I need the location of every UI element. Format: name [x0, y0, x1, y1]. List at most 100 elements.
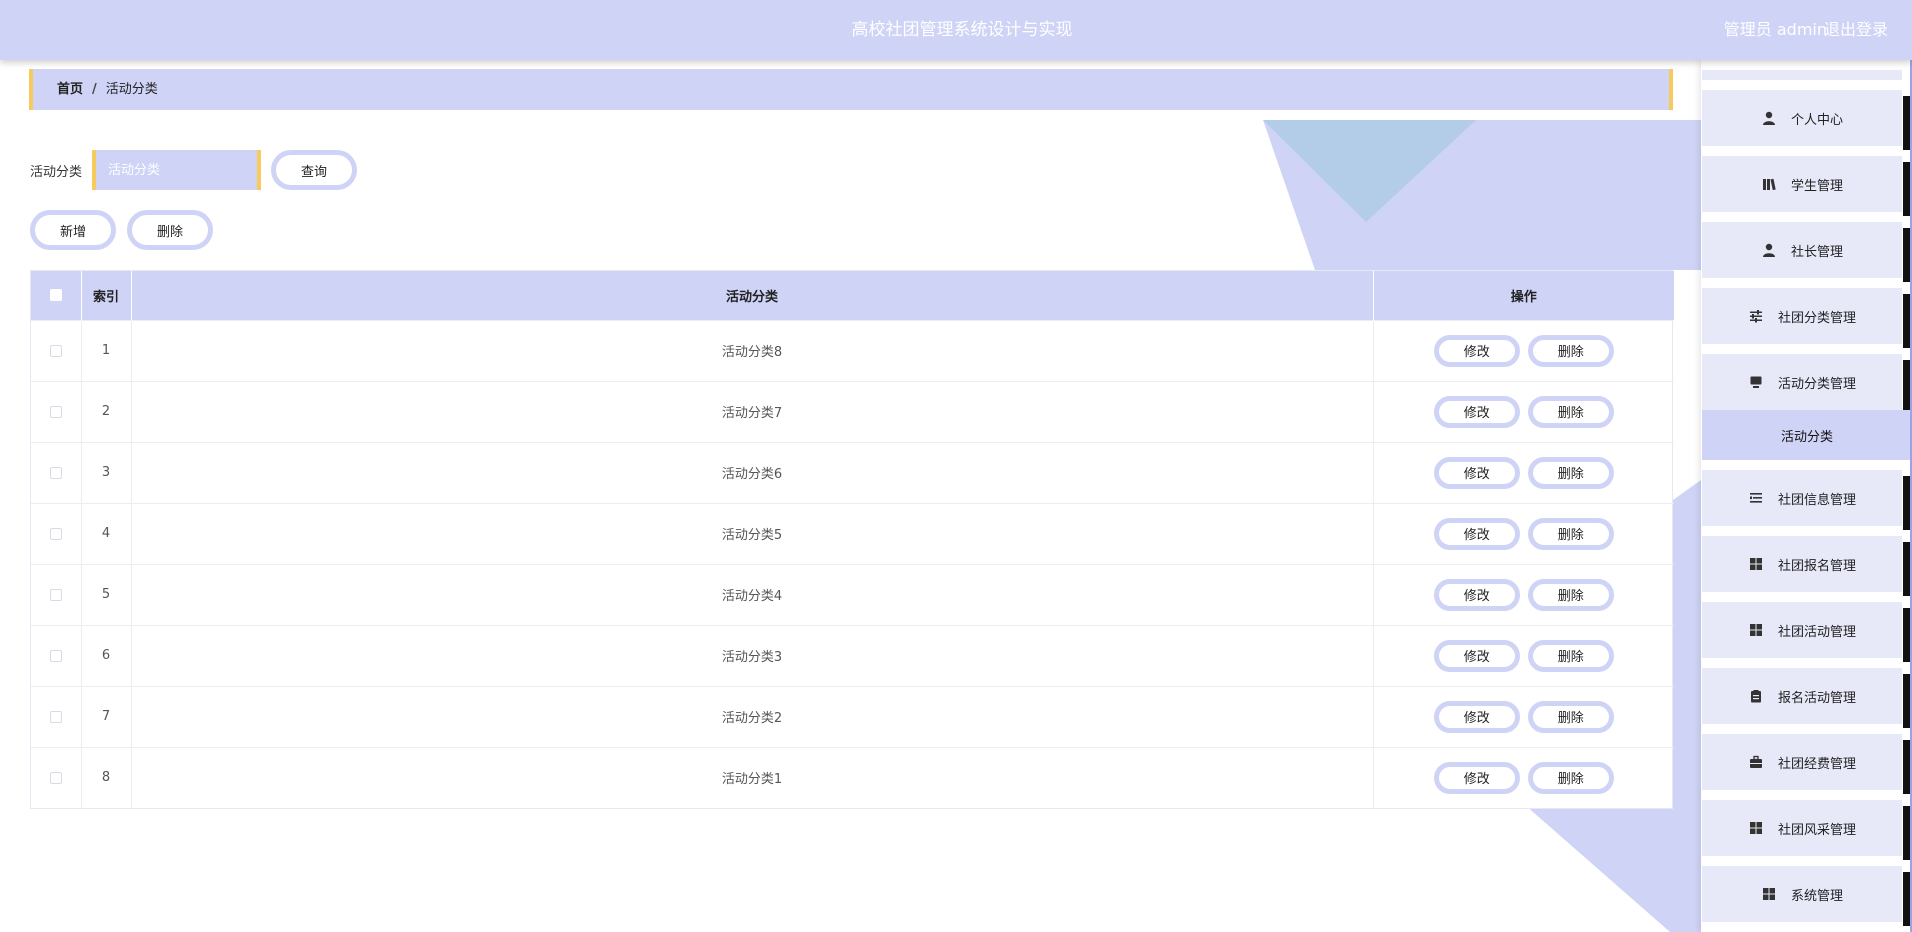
row-checkbox[interactable] [49, 344, 62, 357]
breadcrumb-current: 活动分类 [105, 82, 158, 97]
breadcrumb-home[interactable]: 首页 [57, 82, 83, 97]
grid-icon [1761, 886, 1777, 902]
table-row: 2 活动分类7 修改 删除 [31, 381, 1674, 442]
sidebar-item-label: 学生管理 [1790, 178, 1843, 194]
row-checkbox[interactable] [49, 649, 62, 662]
row-checkbox[interactable] [49, 771, 62, 784]
row-index: 5 [81, 564, 132, 625]
select-all-checkbox[interactable] [49, 289, 62, 302]
sidebar-item-personal-center[interactable]: 个人中心 [1702, 90, 1902, 146]
sidebar-item-president-management[interactable]: 社长管理 [1702, 222, 1902, 278]
sidebar-item-label: 社团风采管理 [1777, 822, 1856, 838]
batch-delete-button[interactable]: 删除 [127, 210, 213, 250]
edit-button[interactable]: 修改 [1433, 639, 1520, 672]
row-index: 4 [81, 503, 132, 564]
sidebar-top-strip [1702, 70, 1902, 80]
row-checkbox[interactable] [49, 710, 62, 723]
grid-icon [1748, 622, 1764, 638]
edit-button[interactable]: 修改 [1433, 334, 1520, 367]
sidebar-item-club-category-management[interactable]: 社团分类管理 [1702, 288, 1902, 344]
sidebar-item-label: 社团报名管理 [1777, 558, 1856, 574]
sidebar-subitem-activity-category[interactable]: 活动分类 [1702, 410, 1912, 460]
column-header-index: 索引 [81, 271, 132, 320]
delete-button[interactable]: 删除 [1527, 395, 1614, 428]
grid-icon [1748, 556, 1764, 572]
sidebar-item-club-funding-management[interactable]: 社团经费管理 [1702, 734, 1902, 790]
sliders-icon [1748, 308, 1764, 324]
action-toolbar: 新增 删除 [30, 210, 213, 250]
edit-button[interactable]: 修改 [1433, 395, 1520, 428]
column-header-actions: 操作 [1510, 289, 1537, 305]
sidebar-item-label: 社长管理 [1790, 244, 1843, 260]
user-icon [1761, 110, 1777, 126]
sidebar-item-club-showcase-management[interactable]: 社团风采管理 [1702, 800, 1902, 856]
clipboard-icon [1748, 688, 1764, 704]
monitor-icon [1748, 374, 1764, 390]
delete-button[interactable]: 删除 [1527, 334, 1614, 367]
app-title: 高校社团管理系统设计与实现 [851, 20, 1073, 40]
delete-button[interactable]: 删除 [1527, 456, 1614, 489]
edit-button[interactable]: 修改 [1433, 517, 1520, 550]
row-category-name: 活动分类3 [131, 625, 1374, 686]
row-index: 8 [81, 747, 132, 808]
sidebar-item-club-info-management[interactable]: 社团信息管理 [1702, 470, 1902, 526]
edit-button[interactable]: 修改 [1433, 578, 1520, 611]
sidebar-menu: 个人中心 学生管理 社长管理 社团分类管理 活动分类管理 活动分类 社团信息管理… [1701, 60, 1912, 932]
edit-button[interactable]: 修改 [1433, 700, 1520, 733]
briefcase-icon [1748, 754, 1764, 770]
book-icon [1761, 176, 1777, 192]
search-input[interactable] [92, 150, 262, 190]
sidebar-item-activity-category-management[interactable]: 活动分类管理 [1702, 354, 1902, 410]
top-header: 高校社团管理系统设计与实现 管理员 admin 退出登录 [0, 0, 1912, 60]
sidebar-item-student-management[interactable]: 学生管理 [1702, 156, 1902, 212]
sidebar-item-label: 活动分类管理 [1777, 376, 1856, 392]
row-category-name: 活动分类4 [131, 564, 1374, 625]
delete-button[interactable]: 删除 [1527, 761, 1614, 794]
list-icon [1748, 490, 1764, 506]
table-row: 4 活动分类5 修改 删除 [31, 503, 1674, 564]
sidebar-item-label: 社团活动管理 [1777, 624, 1856, 640]
sidebar-item-label: 社团经费管理 [1777, 756, 1856, 772]
select-all-cell [31, 271, 82, 320]
row-category-name: 活动分类6 [131, 442, 1374, 503]
table-row: 6 活动分类3 修改 删除 [31, 625, 1674, 686]
search-form: 活动分类 查询 [30, 150, 358, 190]
breadcrumb-separator: / [92, 82, 97, 97]
table-row: 3 活动分类6 修改 删除 [31, 442, 1674, 503]
delete-button[interactable]: 删除 [1527, 639, 1614, 672]
row-checkbox[interactable] [49, 588, 62, 601]
user-icon [1761, 242, 1777, 258]
sidebar-item-label: 报名活动管理 [1777, 690, 1856, 706]
current-user: 管理员 admin [1723, 20, 1827, 39]
row-index: 3 [81, 442, 132, 503]
delete-button[interactable]: 删除 [1527, 700, 1614, 733]
breadcrumb: 首页 / 活动分类 [29, 69, 1673, 110]
logout-link[interactable]: 退出登录 [1824, 0, 1888, 60]
query-button[interactable]: 查询 [271, 150, 358, 190]
grid-icon [1748, 820, 1764, 836]
row-checkbox[interactable] [49, 405, 62, 418]
delete-button[interactable]: 删除 [1527, 517, 1614, 550]
table-row: 5 活动分类4 修改 删除 [31, 564, 1674, 625]
row-index: 1 [81, 320, 132, 381]
sidebar-item-label: 系统管理 [1790, 888, 1843, 904]
row-index: 6 [81, 625, 132, 686]
edit-button[interactable]: 修改 [1433, 761, 1520, 794]
row-checkbox[interactable] [49, 527, 62, 540]
row-category-name: 活动分类8 [131, 320, 1374, 381]
sidebar-item-label: 个人中心 [1790, 112, 1843, 128]
sidebar-item-club-activity-management[interactable]: 社团活动管理 [1702, 602, 1902, 658]
sidebar-item-activity-registration-management[interactable]: 报名活动管理 [1702, 668, 1902, 724]
row-checkbox[interactable] [49, 466, 62, 479]
row-category-name: 活动分类5 [131, 503, 1374, 564]
row-index: 7 [81, 686, 132, 747]
sidebar-item-system-management[interactable]: 系统管理 [1702, 866, 1902, 922]
table-header-row: 索引 活动分类 操作 [31, 271, 1674, 320]
table-row: 1 活动分类8 修改 删除 [31, 320, 1674, 381]
add-button[interactable]: 新增 [30, 210, 116, 250]
sidebar-item-club-registration-management[interactable]: 社团报名管理 [1702, 536, 1902, 592]
data-table: 索引 活动分类 操作 1 活动分类8 修改 删除 2 活动分类7 修改 删除 3 活… [30, 270, 1674, 809]
edit-button[interactable]: 修改 [1433, 456, 1520, 489]
delete-button[interactable]: 删除 [1527, 578, 1614, 611]
table-row: 7 活动分类2 修改 删除 [31, 686, 1674, 747]
